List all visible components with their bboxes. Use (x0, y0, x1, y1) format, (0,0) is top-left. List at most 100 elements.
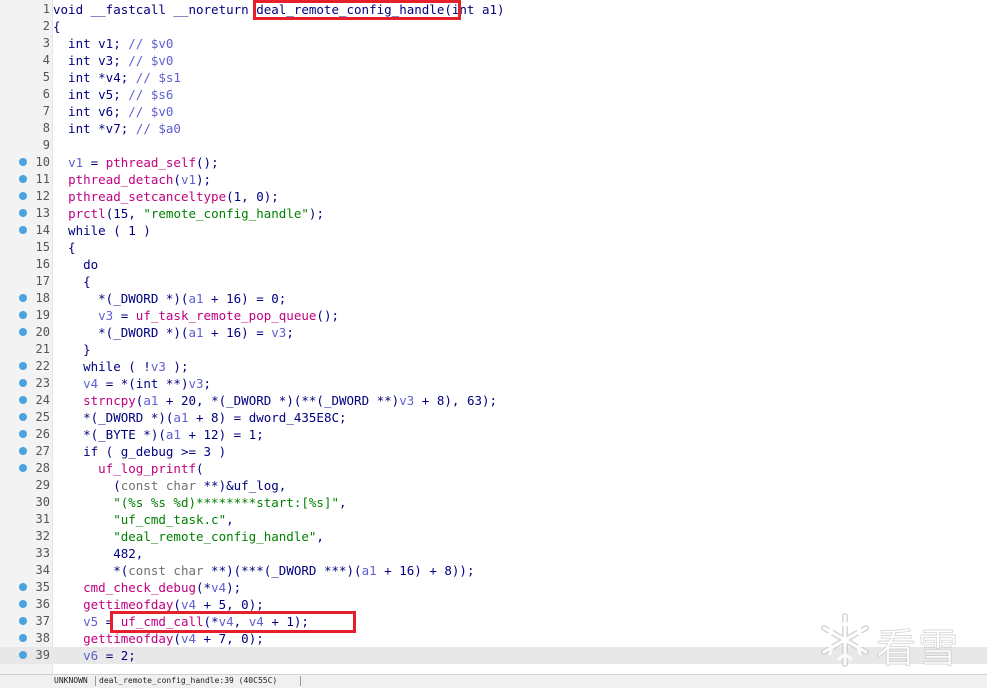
code-token: ; (203, 376, 212, 391)
code-line[interactable]: 33 482, (0, 545, 987, 562)
breakpoint-dot-icon[interactable] (19, 464, 27, 472)
breakpoint-dot-icon[interactable] (19, 583, 27, 591)
line-number: 33 (35, 546, 50, 560)
code-line[interactable]: 13 prctl(15, "remote_config_handle"); (0, 205, 987, 222)
code-line[interactable]: 24 strncpy(a1 + 20, *(_DWORD *)(**(_DWOR… (0, 392, 987, 409)
code-token: cmd_check_debug (83, 580, 196, 595)
breakpoint-dot-icon[interactable] (19, 311, 27, 319)
code-token: v1 (180, 172, 197, 187)
code-text: pthread_setcanceltype(1, 0); (53, 188, 279, 205)
line-number: 23 (35, 376, 50, 390)
breakpoint-dot-icon[interactable] (19, 158, 27, 166)
code-line[interactable]: 39 v6 = 2; (0, 647, 987, 664)
code-token: v3 (98, 308, 114, 323)
line-number: 36 (35, 597, 50, 611)
breakpoint-dot-icon[interactable] (19, 192, 27, 200)
line-number: 24 (35, 393, 50, 407)
code-line[interactable]: 6 int v5; // $s6 (0, 86, 987, 103)
breakpoint-dot-icon[interactable] (19, 651, 27, 659)
status-separator (300, 676, 301, 686)
code-line[interactable]: 27 if ( g_debug >= 3 ) (0, 443, 987, 460)
code-line[interactable]: 29 (const char **)&uf_log, (0, 477, 987, 494)
breakpoint-dot-icon[interactable] (19, 413, 27, 421)
breakpoint-dot-icon[interactable] (19, 175, 27, 183)
code-token: (1, 0); (226, 189, 279, 204)
breakpoint-dot-icon[interactable] (19, 209, 27, 217)
code-line[interactable]: 17 { (0, 273, 987, 290)
code-line[interactable]: 35 cmd_check_debug(*v4); (0, 579, 987, 596)
code-text: int v6; // $v0 (53, 103, 173, 120)
breakpoint-dot-icon[interactable] (19, 634, 27, 642)
code-line[interactable]: 2{ (0, 18, 987, 35)
breakpoint-dot-icon[interactable] (19, 379, 27, 387)
code-line[interactable]: 16 do (0, 256, 987, 273)
breakpoint-dot-icon[interactable] (19, 328, 27, 336)
code-line[interactable]: 7 int v6; // $v0 (0, 103, 987, 120)
code-line[interactable]: 15 { (0, 239, 987, 256)
code-line[interactable]: 8 int *v7; // $a0 (0, 120, 987, 137)
code-token: ; (286, 325, 294, 340)
line-number: 34 (35, 563, 50, 577)
code-token: ); (226, 580, 242, 595)
code-text: { (53, 274, 91, 289)
code-token: + 16) + 8)); (376, 563, 475, 578)
code-token: ; (339, 410, 347, 425)
code-line[interactable]: 23 v4 = *(int **)v3; (0, 375, 987, 392)
code-line[interactable]: 1 void __fastcall __noreturn deal_remote_… (0, 1, 987, 18)
pseudocode-view[interactable]: 1 void __fastcall __noreturn deal_remote_… (0, 0, 987, 674)
code-token: a1 (188, 325, 204, 340)
code-line[interactable]: 19 v3 = uf_task_remote_pop_queue(); (0, 307, 987, 324)
code-line[interactable]: 22 while ( !v3 ); (0, 358, 987, 375)
breakpoint-dot-icon[interactable] (19, 430, 27, 438)
code-line[interactable]: 32 "deal_remote_config_handle", (0, 528, 987, 545)
code-line[interactable]: 20 *(_DWORD *)(a1 + 16) = v3; (0, 324, 987, 341)
line-number: 29 (35, 478, 50, 492)
code-line[interactable]: 30 "(%s %s %d)********start:[%s]", (0, 494, 987, 511)
code-text: int *v4; // $s1 (53, 69, 181, 86)
code-token: + 16) = (203, 325, 272, 340)
breakpoint-dot-icon[interactable] (19, 447, 27, 455)
code-token: *(_DWORD *)( (53, 291, 189, 306)
code-line[interactable]: 18 *(_DWORD *)(a1 + 16) = 0; (0, 290, 987, 307)
code-line[interactable]: 14 while ( 1 ) (0, 222, 987, 239)
code-token: "remote_config_handle" (143, 206, 309, 221)
code-line[interactable]: 5 int *v4; // $s1 (0, 69, 987, 86)
code-text: (const char **)&uf_log, (53, 477, 286, 494)
line-number: 10 (35, 155, 50, 169)
code-line[interactable]: 34 *(const char **)(***(_DWORD ***)(a1 +… (0, 562, 987, 579)
breakpoint-dot-icon[interactable] (19, 362, 27, 370)
code-token: int v1; (53, 36, 129, 51)
code-line[interactable]: 28 uf_log_printf( (0, 460, 987, 477)
code-line[interactable]: 21 } (0, 341, 987, 358)
code-line[interactable]: 11 pthread_detach(v1); (0, 171, 987, 188)
code-token: *( (53, 563, 129, 578)
code-token: "uf_cmd_task.c" (113, 512, 227, 527)
code-line[interactable]: 12 pthread_setcanceltype(1, 0); (0, 188, 987, 205)
code-line[interactable]: 26 *(_BYTE *)(a1 + 12) = 1; (0, 426, 987, 443)
code-line[interactable]: 10 v1 = pthread_self(); (0, 154, 987, 171)
code-line[interactable]: 31 "uf_cmd_task.c", (0, 511, 987, 528)
code-line[interactable]: 9 (0, 137, 987, 154)
code-token: + 8), 63); (414, 393, 498, 408)
code-line[interactable]: 3 int v1; // $v0 (0, 35, 987, 52)
breakpoint-dot-icon[interactable] (19, 226, 27, 234)
code-token: a1 (143, 393, 159, 408)
code-token: v6 (83, 648, 99, 663)
breakpoint-dot-icon[interactable] (19, 294, 27, 302)
line-number: 27 (35, 444, 50, 458)
code-token: v3 (399, 393, 415, 408)
code-line[interactable]: 4 int v3; // $v0 (0, 52, 987, 69)
code-token: v4 (211, 580, 227, 595)
line-number: 2 (42, 19, 50, 33)
status-segment-type: UNKNOWN (54, 676, 88, 685)
breakpoint-dot-icon[interactable] (19, 396, 27, 404)
breakpoint-dot-icon[interactable] (19, 600, 27, 608)
code-token: a1 (188, 291, 204, 306)
code-line[interactable]: 25 *(_DWORD *)(a1 + 8) = dword_435E8C; (0, 409, 987, 426)
breakpoint-dot-icon[interactable] (19, 617, 27, 625)
code-text: v4 = *(int **)v3; (53, 375, 211, 392)
code-token: int *v7; (53, 121, 136, 136)
